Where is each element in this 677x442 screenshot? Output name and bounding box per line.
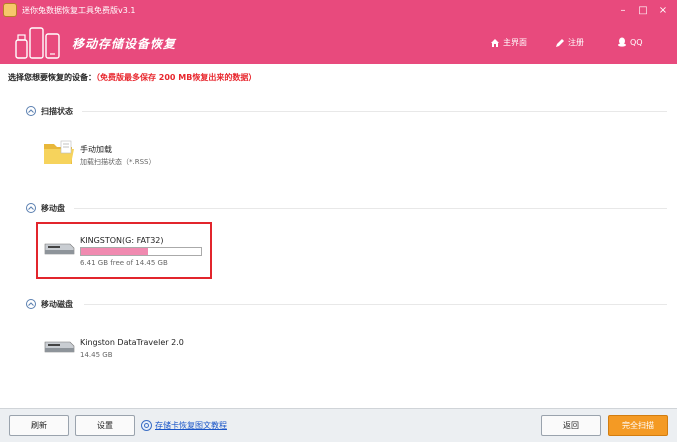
hard-drive-icon [44, 341, 75, 353]
refresh-button[interactable]: 刷新 [9, 415, 69, 436]
qq-link[interactable]: QQ [617, 37, 643, 47]
usb-drive-icon [44, 243, 75, 255]
chevron-up-icon[interactable] [26, 106, 36, 116]
settings-button[interactable]: 设置 [75, 415, 135, 436]
folder-icon [44, 140, 74, 164]
free-limit-hint: （免费版最多保存 200 MB恢复出来的数据） [96, 73, 257, 82]
app-header: 移动存储设备恢复 主界面 注册 QQ [0, 22, 677, 64]
register-link-label: 注册 [568, 38, 584, 47]
qq-icon [618, 37, 626, 47]
close-icon[interactable]: × [656, 4, 670, 18]
window-title: 迷你兔数据恢复工具免费版v3.1 [22, 6, 136, 15]
tutorial-link-label: 存储卡恢复图文教程 [155, 421, 227, 430]
home-icon [491, 38, 499, 47]
manual-load-item[interactable]: 手动加载 [80, 144, 112, 155]
help-icon [141, 420, 152, 431]
disk-usage-fill [81, 248, 148, 255]
title-bar: 迷你兔数据恢复工具免费版v3.1 – □ × [0, 0, 677, 22]
section-title: 移动盘 [41, 203, 65, 213]
footer-bar: 刷新 设置 存储卡恢复图文教程 返回 完全扫描 [0, 408, 677, 442]
prompt-label: 选择您想要恢复的设备： [8, 73, 96, 82]
chevron-up-icon[interactable] [26, 299, 36, 309]
qq-link-label: QQ [630, 37, 643, 47]
app-logo-icon [3, 3, 17, 17]
datatraveler-size: 14.45 GB [80, 351, 113, 359]
section-removable-disk[interactable]: 移动盘 [26, 202, 65, 214]
divider [74, 208, 667, 209]
back-button[interactable]: 返回 [541, 415, 601, 436]
maximize-icon[interactable]: □ [636, 4, 650, 18]
app-name: 移动存储设备恢复 [72, 37, 177, 51]
full-scan-button[interactable]: 完全扫描 [608, 415, 668, 436]
kingston-drive-item[interactable]: KINGSTON(G: FAT32) [80, 236, 164, 245]
register-icon [556, 38, 564, 47]
section-scan-status[interactable]: 扫描状态 [26, 105, 73, 117]
section-title: 移动磁盘 [41, 299, 73, 309]
register-link[interactable]: 注册 [555, 37, 584, 48]
devices-icon [15, 27, 60, 59]
select-device-prompt: 选择您想要恢复的设备：（免费版最多保存 200 MB恢复出来的数据） [8, 72, 256, 83]
home-link-label: 主界面 [503, 38, 527, 47]
section-title: 扫描状态 [41, 106, 73, 116]
disk-free-space: 6.41 GB free of 14.45 GB [80, 259, 168, 267]
minimize-icon[interactable]: – [616, 4, 630, 18]
datatraveler-item[interactable]: Kingston DataTraveler 2.0 [80, 338, 184, 347]
manual-load-desc: 加载扫描状态（*.RSS） [80, 158, 156, 166]
section-mobile-disk[interactable]: 移动磁盘 [26, 298, 73, 310]
chevron-up-icon[interactable] [26, 203, 36, 213]
disk-usage-bar [80, 247, 202, 256]
divider [84, 304, 667, 305]
divider [82, 111, 667, 112]
tutorial-link[interactable]: 存储卡恢复图文教程 [141, 420, 227, 431]
home-link[interactable]: 主界面 [490, 37, 527, 48]
